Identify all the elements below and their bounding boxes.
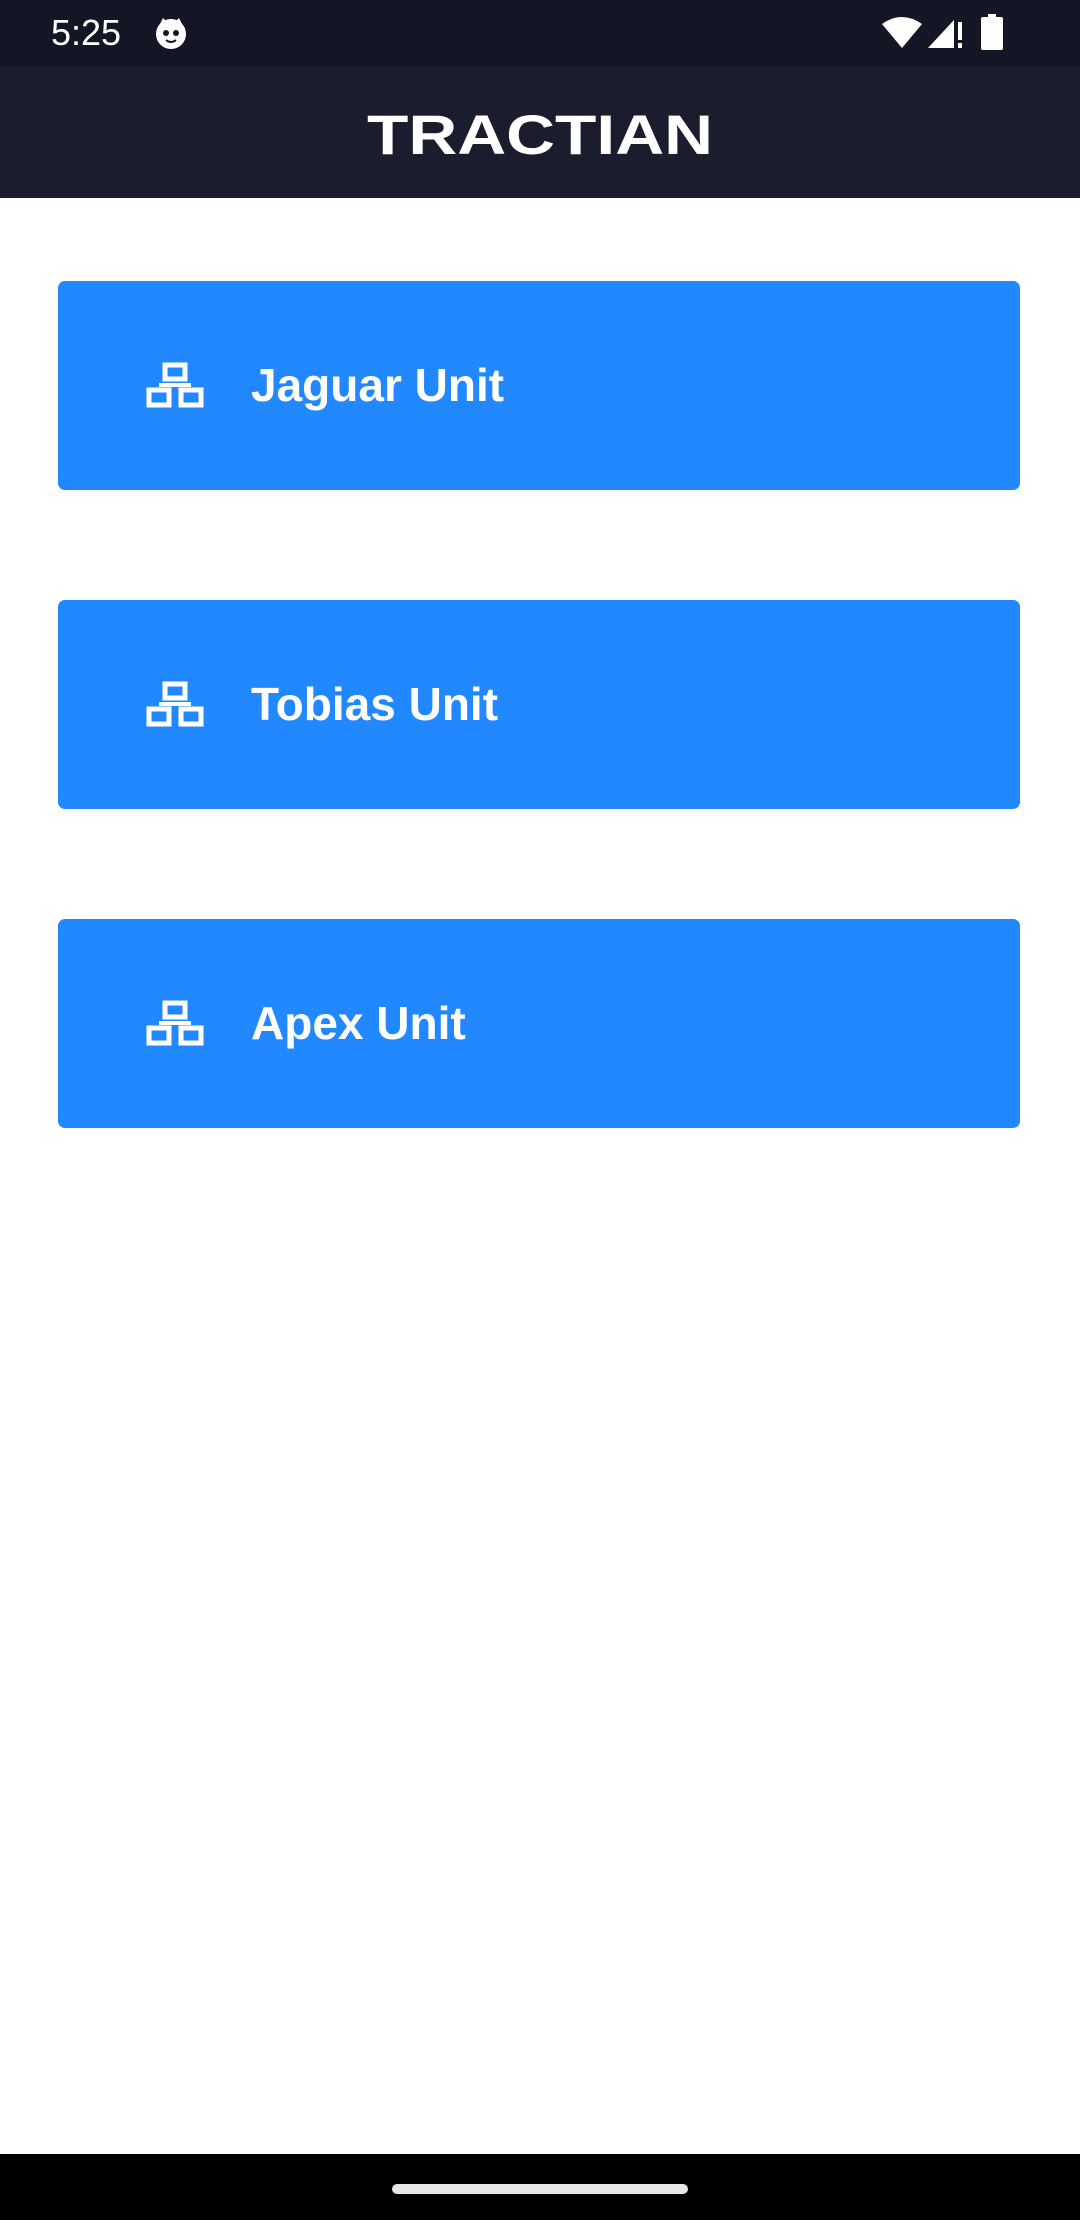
- unit-card-tobias[interactable]: Tobias Unit: [58, 600, 1020, 809]
- app-header: TRACTIAN: [0, 66, 1080, 198]
- unit-label: Jaguar Unit: [251, 359, 505, 411]
- status-bar: 5:25: [0, 0, 1080, 66]
- tractian-logo: TRACTIAN: [367, 106, 713, 158]
- battery-icon: [981, 14, 1003, 50]
- hierarchy-icon: [146, 1000, 204, 1046]
- status-time: 5:25: [51, 12, 122, 53]
- unit-card-apex[interactable]: Apex Unit: [58, 919, 1020, 1128]
- hierarchy-icon: [146, 681, 204, 727]
- unit-card-jaguar[interactable]: Jaguar Unit: [58, 281, 1020, 490]
- cat-face-icon: [156, 18, 186, 49]
- unit-label: Tobias Unit: [251, 678, 499, 730]
- hierarchy-icon: [146, 362, 204, 408]
- navigation-bar: [0, 2154, 1080, 2220]
- unit-list: Jaguar Unit Tobias Unit Apex Unit: [58, 281, 1020, 1238]
- signal-alert-icon: [928, 20, 962, 48]
- svg-text:TRACTIAN: TRACTIAN: [367, 106, 713, 158]
- unit-label: Apex Unit: [251, 997, 466, 1049]
- home-indicator[interactable]: [392, 2184, 688, 2194]
- wifi-icon: [882, 17, 922, 48]
